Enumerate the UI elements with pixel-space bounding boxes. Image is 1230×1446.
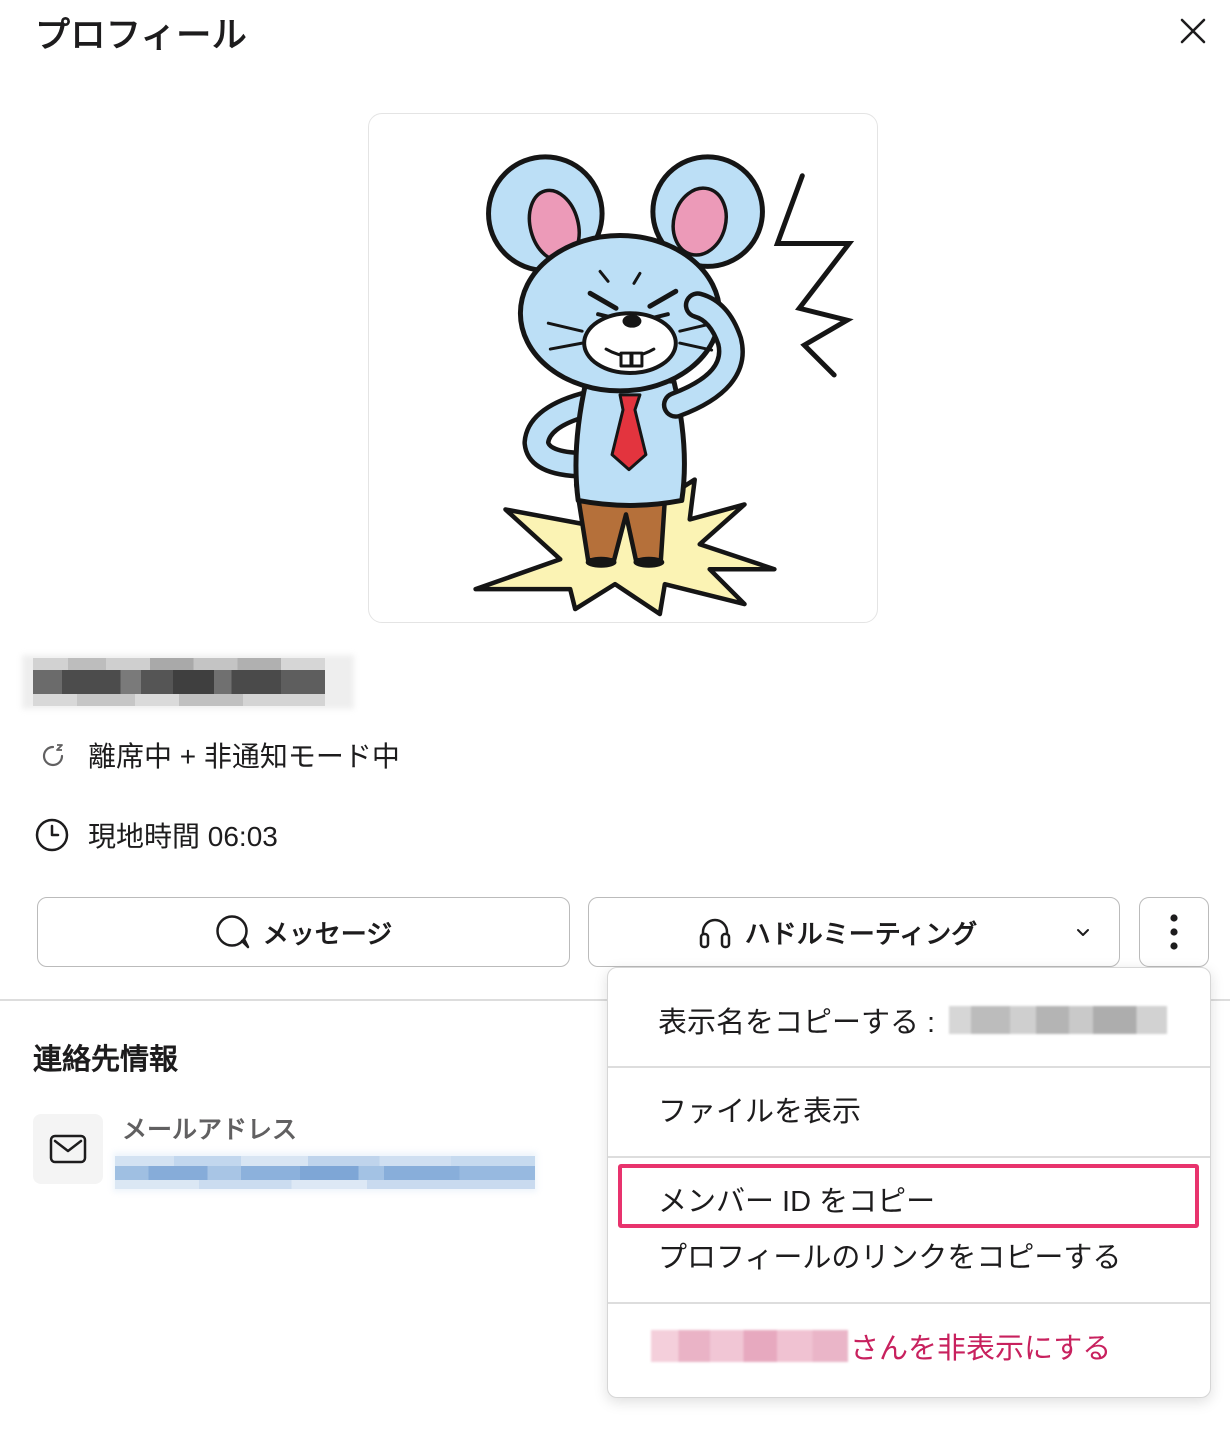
menu-divider <box>608 1066 1210 1068</box>
huddle-button[interactable]: ハドルミーティング <box>588 897 1120 967</box>
redacted-user-name <box>651 1330 848 1362</box>
email-icon-box <box>33 1114 103 1184</box>
chevron-down-icon[interactable] <box>1076 928 1090 938</box>
status-text: 離席中 + 非通知モード中 <box>88 741 400 772</box>
menu-item-copy-profile-link[interactable]: プロフィールのリンクをコピーする <box>608 1233 1210 1277</box>
headphones-icon <box>697 914 733 950</box>
clock-icon <box>35 818 69 852</box>
avatar-mouse-illustration <box>473 154 855 617</box>
close-icon <box>1180 18 1206 44</box>
redacted-display-name <box>22 655 354 709</box>
message-button-label: メッセージ <box>262 918 393 949</box>
more-actions-menu: 表示名をコピーする : ファイルを表示 メンバー ID をコピー プロフィールの… <box>607 967 1211 1398</box>
close-button[interactable] <box>1172 10 1214 52</box>
more-vertical-icon <box>1170 914 1178 950</box>
menu-divider <box>608 1302 1210 1304</box>
menu-item-label: プロフィールのリンクをコピーする <box>658 1242 1122 1274</box>
menu-item-label: さんを非表示にする <box>850 1333 1112 1365</box>
menu-item-copy-member-id[interactable]: メンバー ID をコピー <box>608 1177 1210 1221</box>
email-label: メールアドレス <box>122 1116 298 1144</box>
panel-title: プロフィール <box>35 15 248 55</box>
menu-item-hide-user[interactable]: さんを非表示にする <box>608 1324 1210 1368</box>
more-actions-button[interactable] <box>1139 897 1209 967</box>
redacted-email-link[interactable] <box>113 1152 537 1192</box>
away-snooze-icon <box>42 744 64 767</box>
huddle-button-label: ハドルミーティング <box>744 918 978 949</box>
envelope-icon <box>49 1134 87 1164</box>
menu-item-view-files[interactable]: ファイルを表示 <box>608 1087 1210 1131</box>
menu-item-label: ファイルを表示 <box>658 1096 862 1128</box>
menu-item-label: メンバー ID をコピー <box>658 1186 936 1218</box>
profile-avatar <box>368 113 878 623</box>
contact-info-heading: 連絡先情報 <box>33 1044 179 1076</box>
menu-item-copy-display-name[interactable]: 表示名をコピーする : <box>608 998 1210 1042</box>
message-button[interactable]: メッセージ <box>37 897 570 967</box>
redacted-display-name <box>949 1006 1168 1034</box>
local-time-text: 現地時間 06:03 <box>88 821 278 852</box>
message-bubble-icon <box>215 914 251 950</box>
menu-divider <box>608 1156 1210 1158</box>
menu-item-label: 表示名をコピーする : <box>658 1007 936 1039</box>
